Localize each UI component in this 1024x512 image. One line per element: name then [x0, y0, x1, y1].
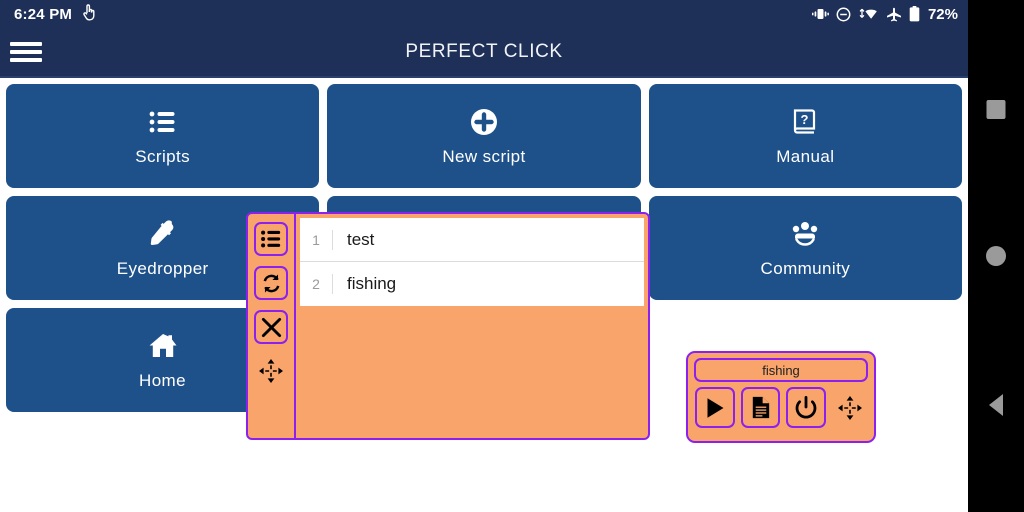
hamburger-menu-icon[interactable] [10, 40, 42, 64]
system-nav-bar [968, 0, 1024, 512]
runner-document-button[interactable] [740, 387, 781, 428]
script-list-item[interactable]: 1 test [300, 218, 644, 262]
title-bar: PERFECT CLICK [0, 28, 968, 78]
do-not-disturb-icon [836, 7, 851, 22]
overlay-toolbar [248, 214, 296, 438]
hamburger-bar [10, 42, 42, 46]
airplane-mode-icon [886, 7, 902, 22]
tile-row-1: Scripts New script ? Manual [0, 80, 968, 192]
script-runner-widget[interactable]: fishing [686, 351, 876, 443]
tile-manual[interactable]: ? Manual [648, 84, 962, 188]
list-icon [146, 105, 180, 139]
script-index: 1 [312, 231, 320, 248]
page-title: PERFECT CLICK [405, 41, 563, 62]
status-clock: 6:24 PM [14, 5, 73, 23]
tile-community[interactable]: Community [648, 196, 962, 300]
script-list-item[interactable]: 2 fishing [300, 262, 644, 306]
house-icon [146, 329, 180, 363]
tile-label: Scripts [135, 147, 191, 166]
tile-label: Home [139, 371, 186, 390]
runner-power-button[interactable] [786, 387, 826, 428]
status-bar: 6:24 PM 72% [0, 0, 968, 28]
back-triangle-icon[interactable] [989, 394, 1003, 416]
pointer-hand-icon [81, 3, 97, 26]
book-question-icon: ? [788, 105, 822, 139]
recents-square-icon[interactable] [986, 100, 1006, 119]
tile-scripts[interactable]: Scripts [6, 84, 320, 188]
tile-label: Manual [776, 147, 835, 166]
runner-script-name[interactable]: fishing [694, 358, 868, 382]
runner-play-button[interactable] [695, 387, 735, 428]
vibrate-icon [811, 7, 829, 21]
tile-label: Eyedropper [116, 259, 209, 278]
hamburger-bar [10, 50, 42, 54]
hamburger-bar [10, 58, 42, 62]
tile-new-script[interactable]: New script [327, 84, 641, 188]
battery-icon [909, 6, 920, 22]
status-bar-right: 72% [811, 5, 958, 23]
overlay-refresh-icon[interactable] [254, 266, 288, 300]
svg-text:?: ? [801, 112, 809, 127]
home-circle-icon[interactable] [986, 246, 1006, 266]
battery-percent: 72% [927, 5, 958, 23]
runner-move-icon[interactable] [832, 387, 868, 428]
runner-buttons [694, 387, 868, 428]
plus-circle-icon [467, 105, 501, 139]
eyedropper-icon [146, 217, 180, 251]
tile-label: Community [760, 259, 851, 278]
overlay-close-icon[interactable] [254, 310, 288, 344]
script-name: test [332, 229, 644, 250]
script-name: fishing [332, 274, 644, 294]
script-list: 1 test 2 fishing [300, 218, 644, 306]
overlay-list-icon[interactable] [254, 222, 288, 256]
status-bar-left: 6:24 PM [14, 3, 97, 26]
script-index: 2 [312, 276, 320, 292]
wifi-icon [858, 7, 879, 22]
tile-label: New script [442, 147, 526, 166]
script-list-overlay[interactable]: 1 test 2 fishing [246, 212, 650, 440]
overlay-move-icon[interactable] [254, 354, 288, 388]
app-root: 6:24 PM 72% PERFECT CLICK Scripts New sc… [0, 0, 1024, 512]
overlay-body: 1 test 2 fishing [296, 214, 648, 438]
people-group-icon [788, 217, 822, 251]
